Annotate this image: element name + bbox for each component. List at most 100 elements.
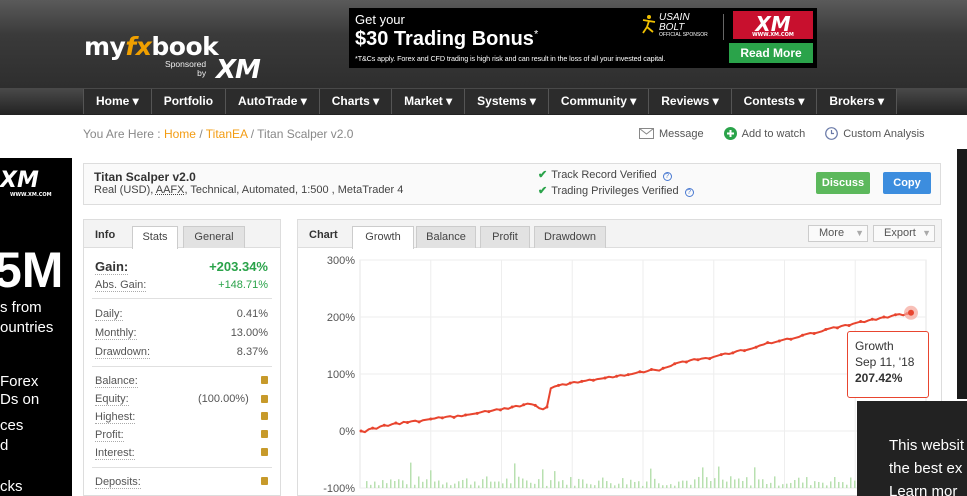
nav-portfolio[interactable]: Portfolio — [152, 89, 227, 114]
tab-profit[interactable]: Profit — [480, 226, 530, 248]
copy-button[interactable]: Copy — [883, 172, 931, 194]
growth-chart[interactable]: 300% 200% 100% 0% -100% — [298, 248, 942, 496]
drawdown-row: Drawdown: 8.37% — [95, 346, 268, 359]
volume-bar — [766, 483, 768, 488]
help-icon[interactable]: ? — [684, 188, 694, 197]
nav-home[interactable]: Home ▾ — [84, 89, 152, 114]
nav-systems[interactable]: Systems ▾ — [465, 89, 549, 114]
abs-gain-row: Abs. Gain: +148.71% — [95, 279, 268, 292]
data-point — [417, 420, 421, 424]
volume-bar — [386, 483, 388, 488]
trading-privileges-verified: ✔ Trading Privileges Verified? — [538, 183, 694, 199]
more-dropdown[interactable]: More ▼ — [808, 225, 868, 242]
tab-drawdown[interactable]: Drawdown — [534, 226, 606, 248]
nav-community[interactable]: Community ▾ — [549, 89, 650, 114]
volume-bar — [506, 478, 508, 488]
volume-bar — [530, 482, 532, 488]
lock-icon — [261, 376, 268, 384]
data-point — [684, 360, 688, 364]
data-point — [394, 421, 398, 425]
volume-bar — [650, 468, 652, 488]
data-point — [719, 353, 723, 357]
breadcrumb-home[interactable]: Home — [164, 127, 196, 141]
data-point — [638, 370, 642, 374]
page-actions: Message Add to watch Custom Analysis — [639, 127, 925, 140]
volume-bar — [550, 480, 552, 488]
data-point — [371, 426, 375, 430]
export-dropdown[interactable]: Export ▼ — [873, 225, 935, 242]
monthly-row: Monthly: 13.00% — [95, 327, 268, 340]
nav-charts[interactable]: Charts ▾ — [320, 89, 393, 114]
volume-bar — [470, 484, 472, 488]
myfxbook-logo[interactable]: myfxbook — [84, 32, 219, 61]
volume-bar — [758, 479, 760, 488]
sponsored-by-label: Sponsored by — [165, 59, 207, 78]
read-more-button[interactable]: Read More — [729, 43, 813, 63]
cookie-notice[interactable]: This websit the best ex Learn mor — [857, 401, 967, 496]
banner-divider — [723, 14, 724, 40]
volume-bar — [370, 484, 372, 488]
bolt-pose-icon — [642, 15, 656, 34]
nav-autotrade[interactable]: AutoTrade ▾ — [226, 89, 320, 114]
tab-balance[interactable]: Balance — [416, 226, 476, 248]
volume-bar — [714, 478, 716, 488]
interest-row: Interest: — [95, 447, 268, 460]
help-icon[interactable]: ? — [662, 172, 672, 181]
volume-bar — [522, 478, 524, 488]
nav-contests[interactable]: Contests ▾ — [732, 89, 818, 114]
divider — [92, 366, 272, 367]
equity-row: Equity: (100.00%) — [95, 393, 268, 406]
info-title: Info — [95, 229, 116, 241]
bolt-sponsor-label: OFFICIAL SPONSOR — [659, 32, 708, 38]
volume-bar — [450, 485, 452, 488]
data-point — [440, 416, 444, 420]
volume-bar — [726, 481, 728, 488]
volume-bar — [818, 481, 820, 488]
data-point — [847, 324, 851, 328]
breadcrumb-current: Titan Scalper v2.0 — [257, 127, 354, 141]
volume-bar — [490, 481, 492, 488]
volume-bar — [478, 485, 480, 488]
nav-market[interactable]: Market ▾ — [392, 89, 466, 114]
trading-bonus-banner[interactable]: Get your $30 Trading Bonus* *T&Cs apply.… — [349, 8, 817, 68]
volume-bar — [682, 480, 684, 488]
tab-general[interactable]: General — [183, 226, 245, 248]
breadcrumb-titanea[interactable]: TitanEA — [206, 127, 248, 141]
data-point — [708, 357, 712, 361]
volume-bar — [406, 484, 408, 488]
volume-bar — [466, 478, 468, 488]
verification-list: ✔ Track Record Verified? ✔ Trading Privile… — [538, 167, 694, 199]
volume-bar — [814, 481, 816, 488]
data-point — [475, 411, 479, 415]
nav-brokers[interactable]: Brokers ▾ — [817, 89, 898, 114]
xm-sponsor-logo[interactable]: XM — [216, 55, 261, 85]
data-point — [835, 326, 839, 330]
tab-stats[interactable]: Stats — [132, 226, 178, 249]
volume-bar — [802, 482, 804, 488]
bolt-name: USAIN BOLT — [659, 12, 690, 33]
tab-growth[interactable]: Growth — [352, 226, 414, 249]
volume-bar — [666, 485, 668, 488]
volume-bar — [514, 463, 516, 488]
add-to-watch-link[interactable]: Add to watch — [723, 127, 805, 140]
volume-bar — [538, 479, 540, 488]
broker-link[interactable]: AAFX — [156, 184, 185, 196]
data-point — [766, 341, 770, 345]
nav-reviews[interactable]: Reviews ▾ — [649, 89, 732, 114]
xm-side-ad[interactable]: XM WWW.XM.COM 5M s from ountries Forex Ds… — [0, 158, 72, 496]
discuss-button[interactable]: Discuss — [816, 172, 870, 194]
data-point — [498, 408, 502, 412]
data-point — [824, 328, 828, 332]
volume-bar — [434, 481, 436, 488]
learn-more-link[interactable]: Learn mor — [889, 480, 967, 496]
volume-bar — [710, 481, 712, 488]
volume-bar — [830, 481, 832, 488]
volume-bar — [634, 481, 636, 488]
custom-analysis-link[interactable]: Custom Analysis — [825, 127, 925, 140]
message-link[interactable]: Message — [639, 127, 704, 140]
lock-icon — [261, 395, 268, 403]
lock-icon — [261, 477, 268, 485]
volume-bar — [790, 482, 792, 488]
right-side-ad[interactable] — [957, 149, 967, 399]
volume-bar — [754, 467, 756, 488]
